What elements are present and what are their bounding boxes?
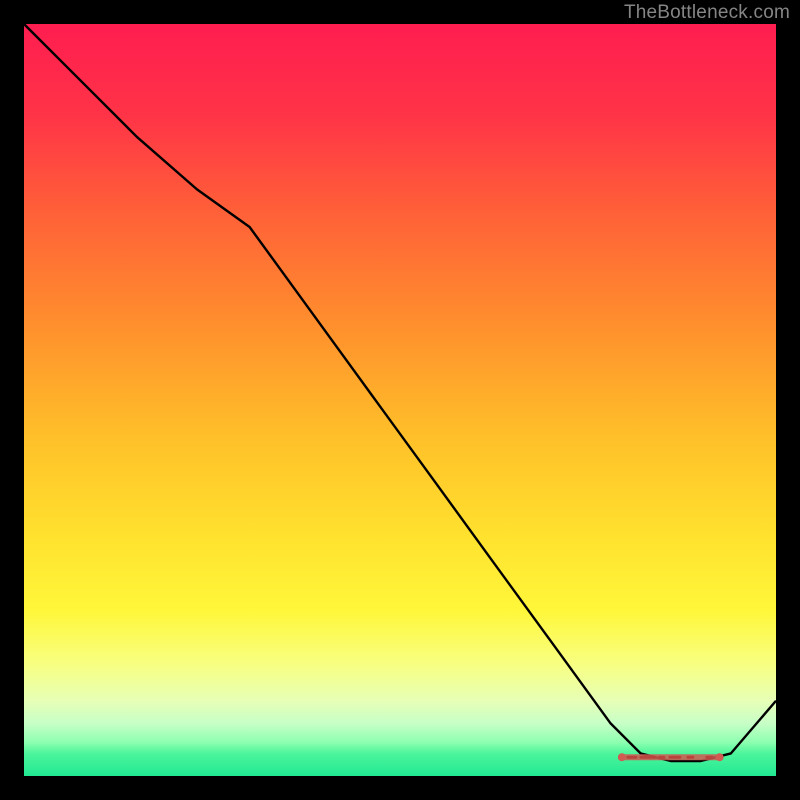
plot-svg	[24, 24, 776, 776]
chart-container: TheBottleneck.com	[0, 0, 800, 800]
optimal-range-marker	[618, 753, 724, 761]
plot-area	[24, 24, 776, 776]
watermark-text: TheBottleneck.com	[624, 2, 790, 24]
